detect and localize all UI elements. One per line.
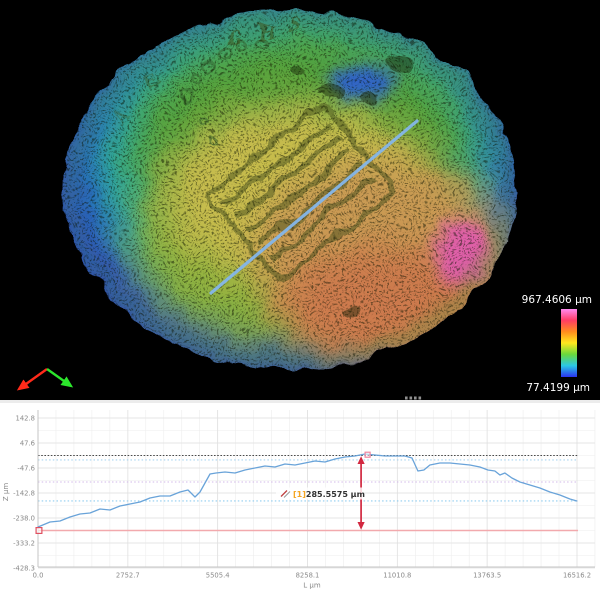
profile-peak-marker[interactable] — [365, 452, 370, 457]
y-tick-label: -333.2 — [13, 540, 35, 548]
surface-3d-viewport: G H S E A 967.4606 μm 77.4199 μm — [0, 0, 600, 400]
measurement-annotation[interactable]: [1]285.5575 μm — [276, 488, 365, 500]
y-tick-label: -47.6 — [17, 465, 35, 473]
measurement-label: [1]285.5575 μm — [293, 490, 365, 499]
x-tick-label: 5505.4 — [206, 572, 230, 580]
x-tick-label: 8258.1 — [296, 572, 320, 580]
y-tick-label: 142.8 — [16, 415, 35, 423]
metrology-app-window: G H S E A 967.4606 μm 77.4199 μm — [0, 0, 600, 595]
x-axis-title: L μm — [303, 582, 321, 590]
y-tick-label: -238.0 — [13, 515, 35, 523]
profile-chart-panel: 142.847.6-47.6-142.8-238.0-333.2-428.30.… — [0, 400, 600, 595]
panel-divider — [0, 400, 600, 403]
y-tick-label: -142.8 — [13, 490, 35, 498]
profile-start-marker[interactable] — [36, 528, 42, 534]
measurement-value: 285.5575 μm — [306, 490, 365, 499]
colorbar-min-label: 77.4199 μm — [526, 382, 590, 394]
x-tick-label: 16516.2 — [563, 572, 591, 580]
x-tick-label: 2752.7 — [116, 572, 140, 580]
x-tick-label: 13763.5 — [473, 572, 501, 580]
colorbar-max-label: 967.4606 μm — [522, 294, 592, 306]
x-tick-label: 11010.8 — [383, 572, 411, 580]
x-tick-label: 0.0 — [33, 572, 44, 580]
colorbar-gradient — [561, 309, 577, 377]
measurement-index: [1] — [293, 490, 306, 499]
y-axis-title: Z μm — [2, 483, 10, 501]
y-tick-label: 47.6 — [20, 440, 35, 448]
